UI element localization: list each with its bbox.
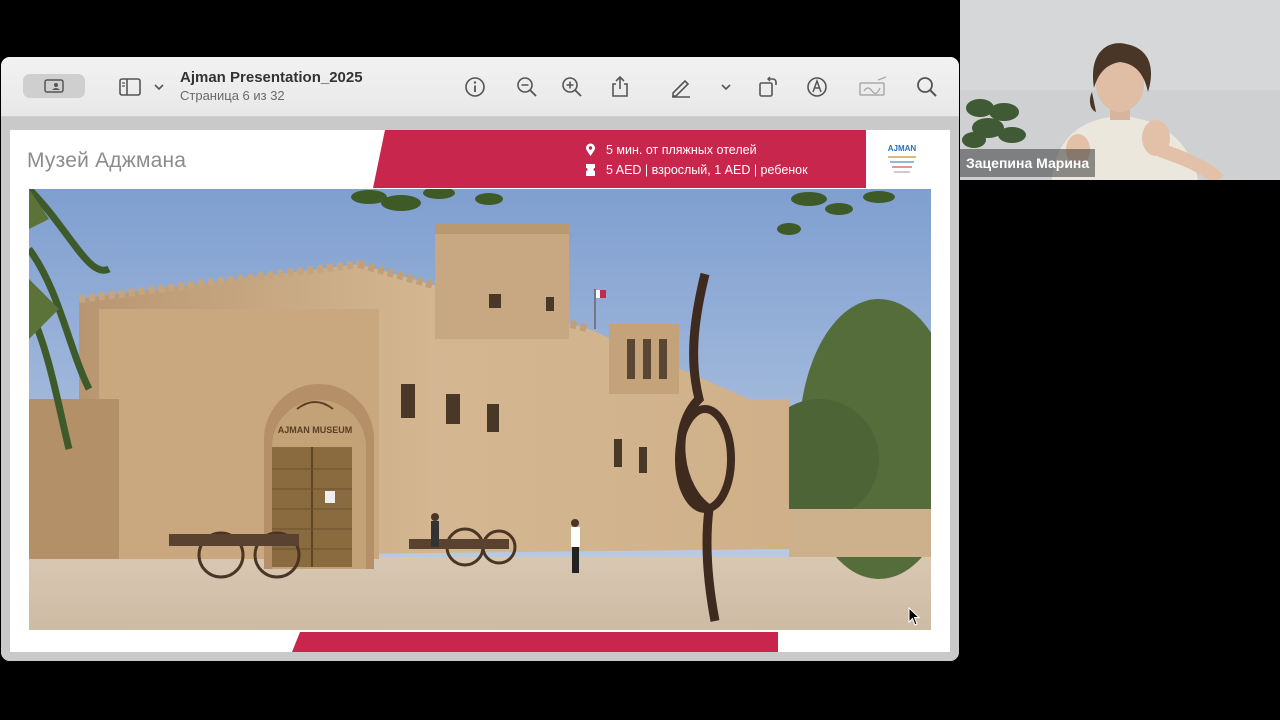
zoom-out-icon — [517, 77, 537, 97]
search-icon — [917, 77, 937, 97]
search-button[interactable] — [915, 75, 939, 99]
sidebar-icon — [119, 78, 141, 96]
annotate-button[interactable] — [805, 75, 829, 99]
banner-distance-text: 5 мин. от пляжных отелей — [606, 143, 757, 157]
museum-sign-text: AJMAN MUSEUM — [278, 425, 353, 435]
info-icon — [465, 77, 485, 97]
signature-icon — [859, 76, 887, 96]
markup-menu-chevron[interactable] — [714, 75, 731, 99]
info-banner: 5 мин. от пляжных отелей 5 AED | взрослы… — [373, 130, 866, 188]
markup-pen-icon — [672, 79, 690, 98]
svg-text:AJMAN: AJMAN — [888, 144, 917, 153]
preview-window: Ajman Presentation_2025 Страница 6 из 32 — [1, 57, 959, 661]
chevron-down-icon — [721, 84, 731, 91]
view-mode-button[interactable] — [23, 74, 85, 98]
sidebar-menu-chevron[interactable] — [147, 75, 164, 99]
share-icon — [612, 75, 628, 97]
sidebar-toggle-button[interactable] — [118, 75, 142, 99]
toolbar: Ajman Presentation_2025 Страница 6 из 32 — [1, 57, 959, 117]
document-title: Ajman Presentation_2025 — [180, 69, 363, 86]
slide-bottom-accent — [292, 632, 778, 652]
rotate-button[interactable] — [756, 75, 780, 99]
ticket-icon — [586, 164, 595, 176]
mouse-cursor-icon — [908, 607, 921, 626]
banner-line-price: 5 AED | взрослый, 1 AED | ребенок — [586, 163, 808, 177]
slide: Музей Аджмана 5 мин. от пляжных отелей 5… — [10, 130, 950, 652]
rotate-icon — [759, 76, 777, 97]
annotate-icon — [807, 77, 827, 97]
location-pin-icon — [586, 143, 595, 156]
banner-line-distance: 5 мин. от пляжных отелей — [586, 143, 757, 157]
participant-video-tile[interactable]: Зацепина Марина — [960, 0, 1280, 180]
participant-name-label: Зацепина Марина — [960, 149, 1096, 177]
info-button[interactable] — [463, 75, 487, 99]
markup-button[interactable] — [669, 75, 693, 99]
share-button[interactable] — [608, 75, 632, 99]
zoom-in-icon — [562, 77, 582, 97]
chevron-down-icon — [154, 84, 164, 91]
slide-title: Музей Аджмана — [27, 149, 187, 172]
banner-price-text: 5 AED | взрослый, 1 AED | ребенок — [606, 163, 808, 177]
zoom-in-button[interactable] — [560, 75, 584, 99]
page-indicator: Страница 6 из 32 — [180, 88, 285, 103]
document-area[interactable]: Музей Аджмана 5 мин. от пляжных отелей 5… — [1, 117, 959, 661]
person-card-icon — [44, 79, 64, 93]
ajman-logo: AJMAN — [876, 138, 928, 182]
zoom-out-button[interactable] — [515, 75, 539, 99]
signature-button[interactable] — [858, 75, 888, 99]
museum-photo: AJMAN MUSEUM — [29, 189, 931, 630]
